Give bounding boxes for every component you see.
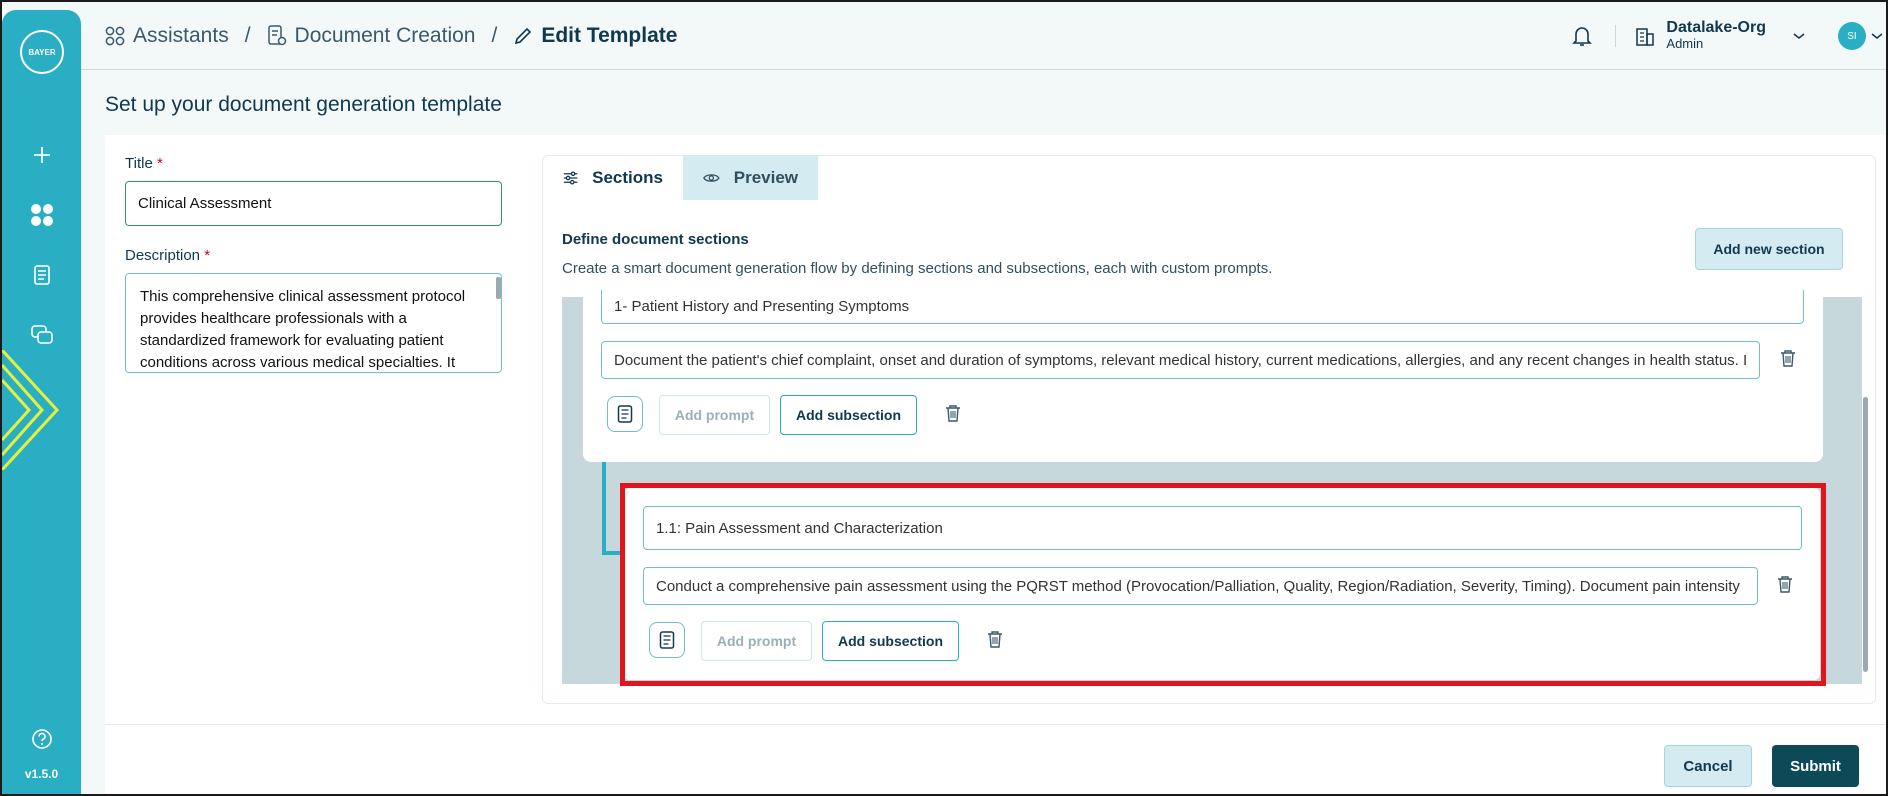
top-header: Assistants / Document Creation / Edit Te… (81, 0, 1888, 70)
breadcrumb-separator: / (491, 24, 498, 47)
highlight-box (620, 483, 1826, 686)
section-title-input[interactable]: 1- Patient History and Presenting Sympto… (601, 290, 1804, 324)
required-mark: * (156, 155, 163, 172)
header-actions: Datalake-Org Admin SI (1567, 18, 1888, 54)
plus-icon[interactable] (24, 137, 60, 173)
add-new-section-button[interactable]: Add new section (1695, 228, 1843, 270)
section-prompt-input[interactable]: Document the patient's chief complaint, … (601, 341, 1760, 379)
title-input[interactable]: Clinical Assessment (125, 181, 502, 226)
description-textarea[interactable]: This comprehensive clinical assessment p… (125, 273, 502, 373)
page-title: Set up your document generation template (105, 93, 502, 116)
description-label: Description * (125, 247, 210, 264)
breadcrumb-assistants[interactable]: Assistants (105, 24, 229, 48)
document-icon[interactable] (24, 257, 60, 293)
breadcrumb-document-creation[interactable]: Document Creation (267, 24, 476, 48)
add-subsection-button[interactable]: Add subsection (780, 395, 917, 435)
tab-sections[interactable]: Sections (543, 155, 683, 200)
apps-grid-icon[interactable] (24, 197, 60, 233)
org-switcher[interactable]: Datalake-Org Admin (1634, 20, 1806, 52)
trash-icon[interactable] (1776, 346, 1800, 370)
panel-tabs: Sections Preview (543, 155, 818, 200)
description-label-text: Description (125, 247, 201, 264)
tab-label: Preview (733, 167, 798, 187)
document-gear-icon (267, 25, 286, 46)
avatar[interactable]: SI (1838, 22, 1866, 50)
breadcrumb-edit-template: Edit Template (513, 24, 677, 48)
prompt-library-button[interactable] (607, 396, 643, 432)
version-label: v1.5.0 (24, 767, 59, 781)
chat-icon[interactable] (24, 317, 60, 353)
breadcrumb: Assistants / Document Creation / Edit Te… (105, 24, 677, 48)
required-mark: * (204, 247, 211, 264)
tab-preview[interactable]: Preview (683, 155, 818, 200)
add-prompt-button[interactable]: Add prompt (659, 395, 770, 435)
chevron-down-icon (1793, 33, 1805, 39)
document-icon (617, 405, 633, 423)
header-divider (1615, 25, 1617, 47)
cancel-button[interactable]: Cancel (1664, 745, 1752, 787)
sidebar: BAYER v1.5.0 (2, 10, 81, 796)
chevron-decoration-icon (2, 350, 60, 470)
breadcrumb-separator: / (244, 24, 251, 47)
bayer-logo[interactable]: BAYER (20, 30, 64, 74)
pencil-icon (515, 27, 532, 45)
description-scrollbar[interactable] (496, 277, 501, 299)
building-icon (1636, 28, 1655, 46)
help-icon[interactable] (24, 721, 60, 757)
eye-icon (703, 173, 720, 182)
org-name: Datalake-Org (1666, 19, 1766, 36)
sliders-icon (563, 170, 578, 185)
chevron-down-icon[interactable] (1870, 31, 1884, 41)
sections-title: Define document sections (562, 231, 749, 248)
submit-button[interactable]: Submit (1772, 745, 1859, 787)
bell-icon[interactable] (1567, 21, 1597, 51)
breadcrumb-label: Document Creation (294, 24, 476, 47)
breadcrumb-label: Edit Template (541, 24, 678, 47)
org-role: Admin (1666, 36, 1704, 51)
trash-icon[interactable] (941, 401, 965, 425)
sections-subtitle: Create a smart document generation flow … (562, 260, 1273, 277)
footer-bar (105, 724, 1888, 796)
sections-scrollbar[interactable] (1863, 397, 1868, 672)
breadcrumb-label: Assistants (133, 24, 229, 47)
apps-grid-icon (105, 26, 125, 46)
tab-label: Sections (592, 167, 663, 187)
title-label: Title * (125, 155, 163, 172)
title-label-text: Title (125, 155, 153, 172)
